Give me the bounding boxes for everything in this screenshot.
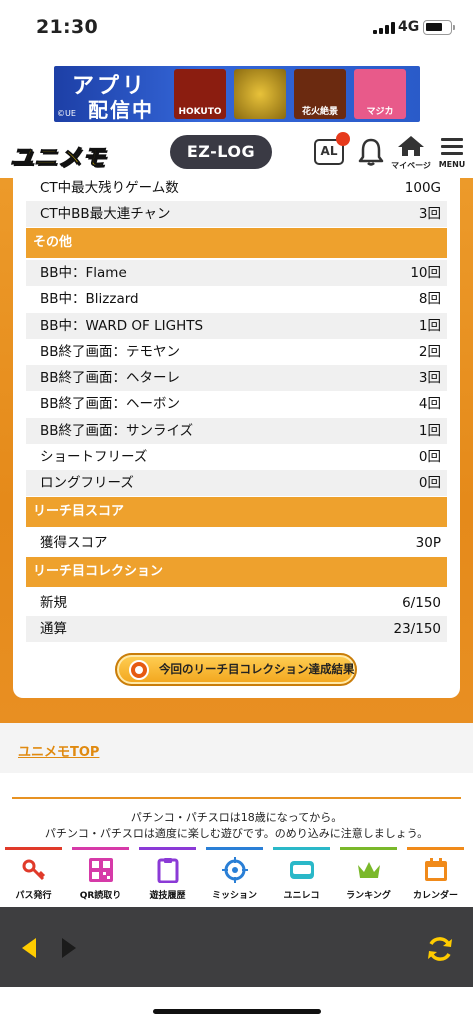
mypage-label: マイページ: [391, 161, 431, 170]
section-header-other: その他: [26, 228, 447, 258]
back-arrow-icon[interactable]: [22, 938, 36, 958]
target-icon: [129, 660, 149, 680]
home-indicator[interactable]: [153, 1009, 321, 1014]
signal-icon: [373, 22, 395, 34]
banner-game-thumbnail: HOKUTO: [174, 69, 226, 119]
table-row: 新規 6/150: [40, 595, 441, 611]
table-row: BB終了画面：ヘーボン 4回: [40, 396, 441, 412]
banner-game-thumbnail: マジカ: [354, 69, 406, 119]
moderation-notice: パチンコ・パチスロは適度に楽しむ遊びです。のめり込みに注意しましょう。: [44, 827, 429, 840]
forward-arrow-icon[interactable]: [62, 938, 76, 958]
banner-game-thumbnail: 花火絶景: [294, 69, 346, 119]
unireco-icon: [290, 861, 314, 879]
key-icon: [22, 859, 46, 881]
table-row: BB終了画面：テモヤン 2回: [40, 344, 441, 360]
clipboard-icon: [157, 858, 179, 883]
status-time: 21:30: [36, 16, 98, 38]
network-type: 4G: [398, 19, 420, 35]
battery-icon: [423, 20, 455, 35]
nav-item-unireco[interactable]: ユニレコ: [271, 847, 332, 905]
table-row: BB終了画面：ヘターレ 3回: [26, 365, 447, 391]
crown-icon: [358, 862, 380, 878]
table-row: ロングフリーズ 0回: [26, 470, 447, 496]
table-row: BB中：WARD OF LIGHTS 1回: [26, 313, 447, 339]
data-card: CT中最大残りゲーム数 100G CT中BB最大連チャン 3回 その他 BB中：Fl…: [13, 178, 460, 698]
home-icon: [398, 136, 424, 156]
bottom-nav: パス発行 QR読取り 遊技履歴 ミッション ユニレコ ランキング カレンダー: [0, 847, 473, 907]
nav-item-pass[interactable]: パス発行: [3, 847, 64, 905]
divider: [12, 797, 461, 799]
unimemo-top-link[interactable]: ユニメモTOP: [18, 741, 99, 760]
menu-label: MENU: [438, 160, 466, 169]
nav-item-calendar[interactable]: カレンダー: [405, 847, 466, 905]
site-header: ユニメモ EZ-LOG AL マイページ MENU: [0, 126, 473, 178]
bell-icon[interactable]: [357, 137, 385, 167]
app-release-banner[interactable]: アプリ 配信中 ©UE HOKUTO 花火絶景 マジカ: [54, 66, 420, 122]
collection-result-label: 今回のリーチ目コレクション達成結果: [159, 662, 355, 676]
reload-icon[interactable]: [425, 934, 455, 964]
table-row: 獲得スコア 30P: [40, 535, 441, 551]
table-row: BB中：Blizzard 8回: [40, 291, 441, 307]
collection-result-button[interactable]: 今回のリーチ目コレクション達成結果: [115, 653, 357, 686]
target-icon: [222, 857, 248, 883]
banner-copyright: ©UE: [57, 109, 76, 118]
ezlog-button[interactable]: EZ-LOG: [170, 135, 272, 169]
section-header-reach-collection: リーチ目コレクション: [26, 557, 447, 587]
table-row: ショートフリーズ 0回: [40, 449, 441, 465]
nav-item-ranking[interactable]: ランキング: [338, 847, 399, 905]
status-bar: 21:30 4G: [0, 0, 473, 58]
banner-game-thumbnail: [234, 69, 286, 119]
nav-item-mission[interactable]: ミッション: [204, 847, 265, 905]
qr-code-icon: [89, 858, 113, 882]
table-row: BB中：Flame 10回: [26, 260, 447, 286]
section-header-reach-score: リーチ目スコア: [26, 497, 447, 527]
nav-item-history[interactable]: 遊技履歴: [137, 847, 198, 905]
banner-line2: 配信中: [88, 98, 154, 122]
table-row: CT中BB最大連チャン 3回: [26, 201, 447, 227]
age-notice: パチンコ・パチスロは18歳になってから。: [130, 811, 343, 824]
browser-toolbar: [0, 907, 473, 987]
unimemo-logo[interactable]: ユニメモ: [10, 138, 134, 172]
table-row: CT中最大残りゲーム数 100G: [40, 180, 441, 196]
nav-item-qr[interactable]: QR読取り: [70, 847, 131, 905]
calendar-icon: [425, 858, 447, 881]
mypage-button[interactable]: マイページ: [391, 134, 431, 174]
home-indicator-area: [0, 987, 473, 1024]
notification-dot: [336, 132, 350, 146]
menu-button[interactable]: MENU: [438, 134, 466, 174]
table-row: BB終了画面：サンライズ 1回: [26, 418, 447, 444]
table-row: 通算 23/150: [26, 616, 447, 642]
